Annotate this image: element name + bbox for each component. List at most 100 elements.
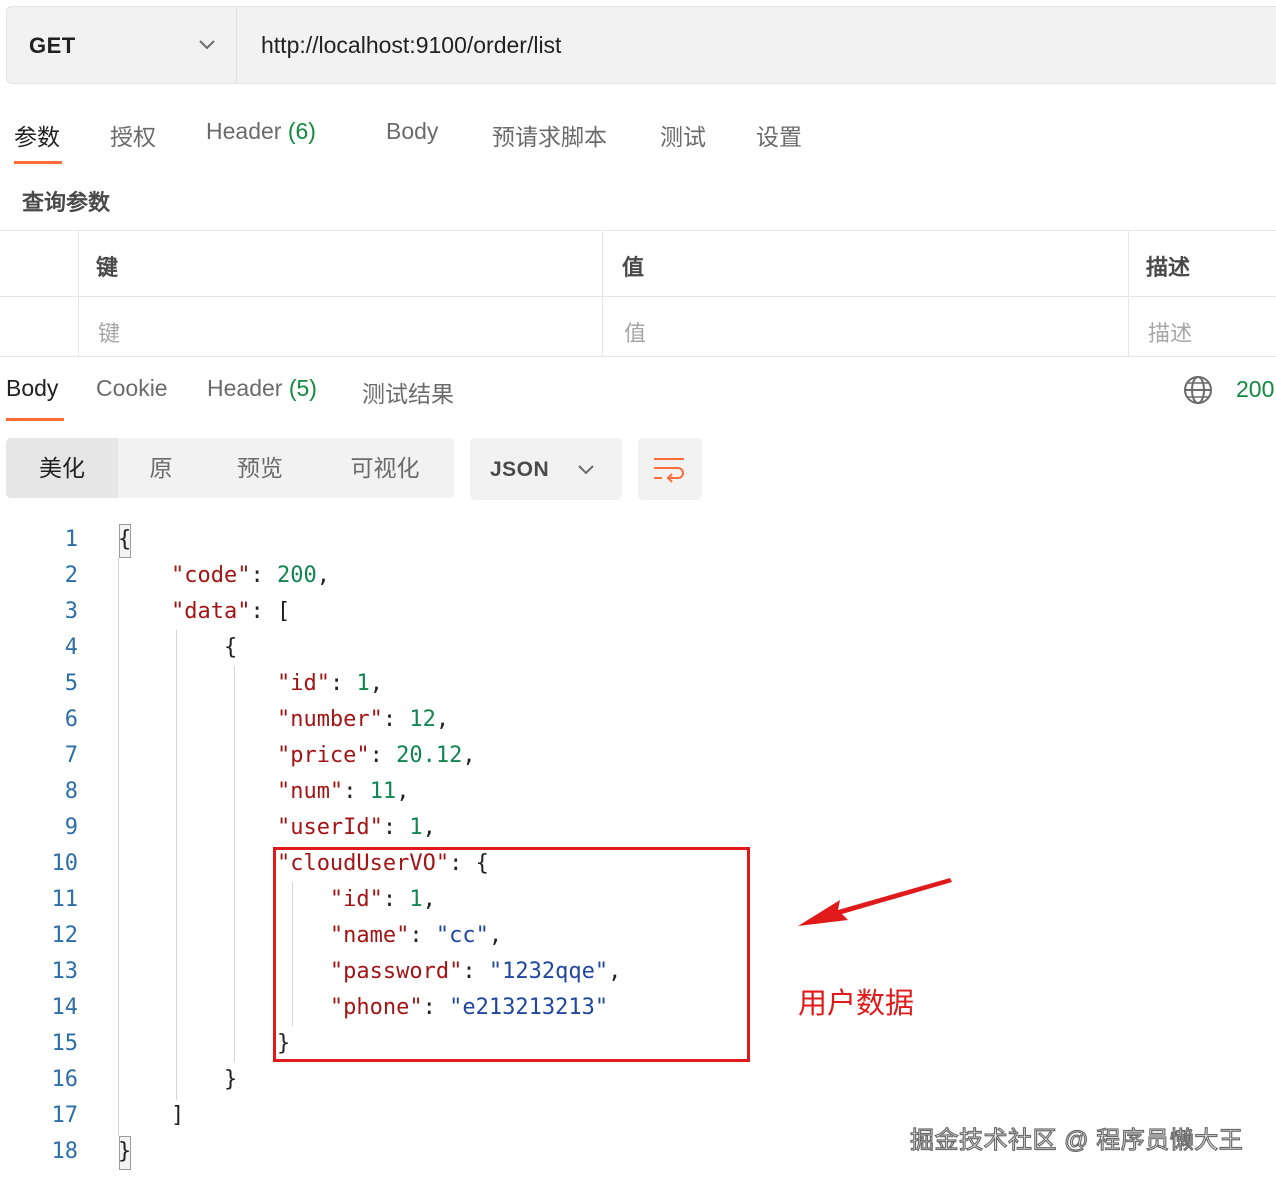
watermark: 掘金技术社区 @ 程序员懒大王 [909, 1126, 1244, 1154]
code-text: "code": 200, [170, 563, 330, 588]
tab-prerequest-script[interactable]: 预请求脚本 [492, 118, 607, 152]
table-divider [0, 230, 1276, 231]
tab-label: 授权 [110, 124, 156, 150]
code-text: { [118, 527, 132, 552]
code-text: { [223, 635, 238, 660]
tab-label: 测试结果 [362, 381, 454, 407]
tab-label: Body [386, 118, 439, 144]
line-number: 6 [64, 707, 78, 732]
table-divider [0, 296, 1276, 297]
code-line: 1{ [0, 522, 1000, 558]
code-line: 17 ] [0, 1098, 1000, 1134]
code-line: 8 "num": 11, [0, 774, 1000, 810]
chevron-down-icon [578, 465, 594, 475]
tab-label: 测试 [660, 124, 706, 150]
line-number: 8 [64, 779, 78, 804]
view-mode-preview[interactable]: 预览 [204, 438, 316, 498]
line-number: 3 [64, 599, 78, 624]
tab-headers[interactable]: Header (6) [206, 118, 316, 145]
code-line: 16 } [0, 1062, 1000, 1098]
line-number: 2 [64, 563, 78, 588]
active-tab-indicator [6, 418, 64, 421]
view-mode-selector: 美化 原 预览 可视化 [6, 438, 454, 498]
view-mode-raw[interactable]: 原 [118, 438, 204, 498]
status-code: 200 [1236, 376, 1275, 402]
line-number: 15 [51, 1031, 79, 1056]
wrap-lines-icon [654, 458, 684, 483]
wrap-lines-button[interactable] [638, 438, 702, 500]
code-line: 4 { [0, 630, 1000, 666]
method-label: GET [29, 33, 76, 58]
line-number: 13 [51, 959, 79, 984]
line-number: 12 [51, 923, 79, 948]
code-text: "userId": 1, [276, 815, 436, 840]
url-input[interactable]: http://localhost:9100/order/list [261, 32, 561, 59]
tab-params[interactable]: 参数 [14, 118, 60, 152]
arrow-icon [798, 878, 952, 926]
code-line: 9 "userId": 1, [0, 810, 1000, 846]
url-bar: GET http://localhost:9100/order/list [6, 6, 1276, 84]
tab-label: 参数 [14, 124, 60, 150]
chevron-down-icon [199, 40, 215, 50]
active-tab-indicator [14, 161, 62, 164]
table-divider [0, 356, 1276, 357]
description-input[interactable]: 描述 [1148, 316, 1192, 348]
tab-auth[interactable]: 授权 [110, 118, 156, 152]
method-select[interactable]: GET [7, 7, 237, 83]
table-column-divider [78, 230, 79, 356]
tab-body[interactable]: Body [386, 118, 438, 145]
code-text: } [223, 1067, 238, 1092]
code-text: "number": 12, [276, 707, 450, 732]
line-number: 7 [64, 743, 78, 768]
column-header-description: 描述 [1146, 255, 1191, 280]
line-number: 17 [51, 1103, 79, 1128]
tab-label: Header [206, 118, 282, 144]
line-number: 4 [64, 635, 78, 660]
line-number: 11 [51, 887, 79, 912]
column-header-value: 值 [622, 255, 645, 280]
line-number: 18 [51, 1139, 79, 1164]
format-select[interactable]: JSON [470, 438, 622, 500]
response-tab-cookie[interactable]: Cookie [96, 375, 168, 402]
view-mode-pretty[interactable]: 美化 [6, 438, 118, 498]
key-input[interactable]: 键 [98, 316, 120, 348]
globe-icon[interactable] [1182, 374, 1214, 406]
tab-label: 预请求脚本 [492, 124, 607, 150]
view-mode-visualize[interactable]: 可视化 [316, 438, 454, 498]
code-text: "num": 11, [276, 779, 410, 804]
response-tab-test-results[interactable]: 测试结果 [362, 375, 454, 409]
tab-settings[interactable]: 设置 [756, 118, 802, 152]
table-column-divider [602, 230, 603, 356]
code-line: 5 "id": 1, [0, 666, 1000, 702]
query-params-title: 查询参数 [22, 190, 111, 215]
tab-label: Body [6, 375, 59, 401]
tab-count-badge: (5) [288, 375, 317, 401]
code-text: ] [170, 1103, 185, 1128]
code-text: } [276, 1031, 291, 1056]
line-number: 9 [64, 815, 78, 840]
annotation-label: 用户数据 [798, 988, 915, 1020]
table-column-divider [1128, 230, 1129, 356]
tab-label: Header [207, 375, 283, 401]
tab-tests[interactable]: 测试 [660, 118, 706, 152]
highlight-box [273, 847, 750, 1062]
code-text: "data": [ [170, 599, 291, 624]
column-header-key: 键 [96, 255, 119, 280]
code-line: 2 "code": 200, [0, 558, 1000, 594]
code-line: 6 "number": 12, [0, 702, 1000, 738]
line-number: 16 [51, 1067, 79, 1092]
code-text: "price": 20.12, [276, 743, 476, 768]
line-number: 10 [51, 851, 79, 876]
tab-count-badge: (6) [287, 118, 316, 144]
response-tab-body[interactable]: Body [6, 375, 58, 402]
value-input[interactable]: 值 [624, 316, 646, 348]
line-number: 1 [64, 527, 78, 552]
code-line: 3 "data": [ [0, 594, 1000, 630]
format-label: JSON [490, 458, 550, 481]
code-text: } [118, 1139, 132, 1164]
tab-label: 设置 [756, 124, 802, 150]
code-text: "id": 1, [276, 671, 383, 696]
tab-label: Cookie [96, 375, 168, 401]
response-tab-headers[interactable]: Header (5) [207, 375, 317, 402]
code-line: 7 "price": 20.12, [0, 738, 1000, 774]
